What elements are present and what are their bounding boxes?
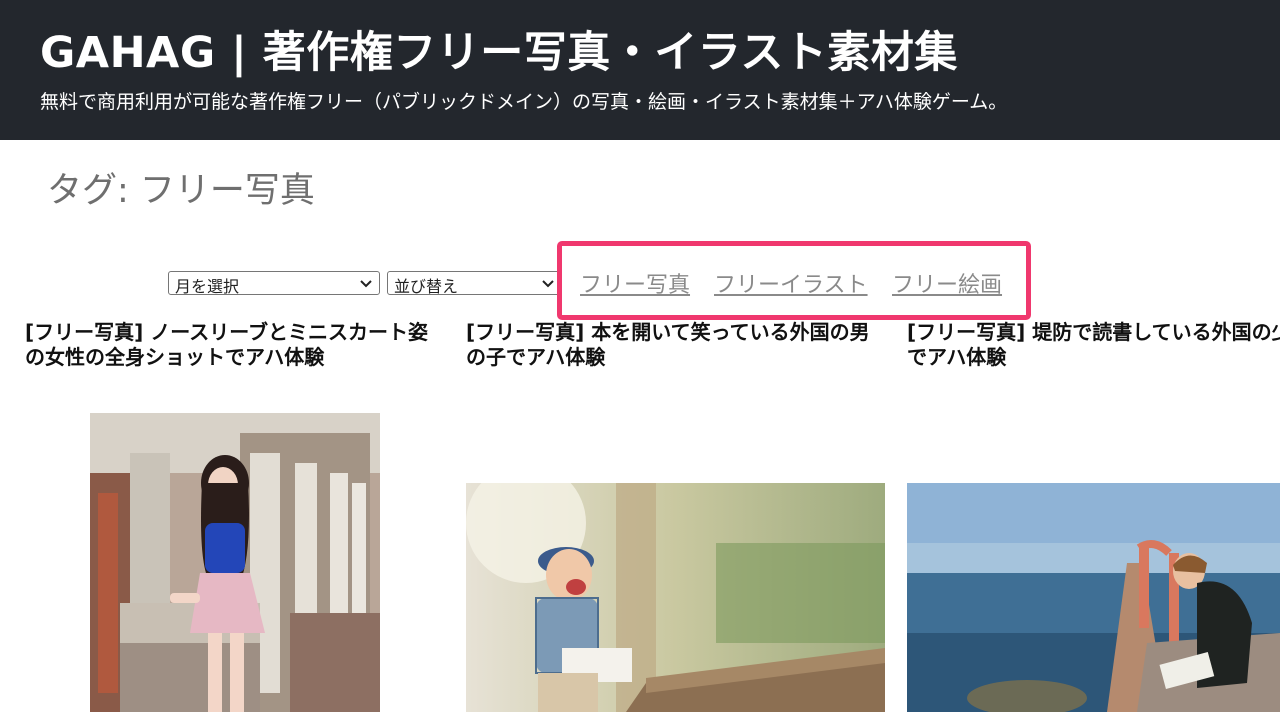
site-header: GAHAG | 著作権フリー写真・イラスト素材集 無料で商用利用が可能な著作権フ… xyxy=(0,0,1280,140)
sort-select[interactable]: 並び替え xyxy=(387,271,562,295)
post-thumbnail[interactable] xyxy=(90,413,380,712)
chevron-down-icon xyxy=(360,280,372,288)
month-select[interactable]: 月を選択 xyxy=(168,271,380,295)
tag-link-free-painting[interactable]: フリー絵画 xyxy=(892,267,1002,299)
post-thumbnail[interactable] xyxy=(907,483,1280,712)
tag-link-free-photo[interactable]: フリー写真 xyxy=(580,267,690,299)
site-description: 無料で商用利用が可能な著作権フリー（パブリックドメイン）の写真・絵画・イラスト素… xyxy=(40,91,1008,113)
sort-select-value: 並び替え xyxy=(394,277,459,295)
woman-photo xyxy=(90,413,380,712)
archive-title: タグ: フリー写真 xyxy=(47,171,315,211)
laughing-boy-photo xyxy=(466,483,885,712)
tag-link-free-illustration[interactable]: フリーイラスト xyxy=(714,267,868,299)
post-title[interactable]: [フリー写真] 本を開いて笑っている外国の男の子でアハ体験 xyxy=(466,320,886,370)
post-thumbnail[interactable] xyxy=(466,483,885,712)
post-title[interactable]: [フリー写真] 堤防で読書している外国の少年でアハ体験 xyxy=(907,320,1280,370)
post-title[interactable]: [フリー写真] ノースリーブとミニスカート姿の女性の全身ショットでアハ体験 xyxy=(25,320,445,370)
boy-reading-photo xyxy=(907,483,1280,712)
site-title[interactable]: GAHAG | 著作権フリー写真・イラスト素材集 xyxy=(40,18,958,80)
month-select-value: 月を選択 xyxy=(175,277,240,295)
chevron-down-icon xyxy=(542,280,554,288)
